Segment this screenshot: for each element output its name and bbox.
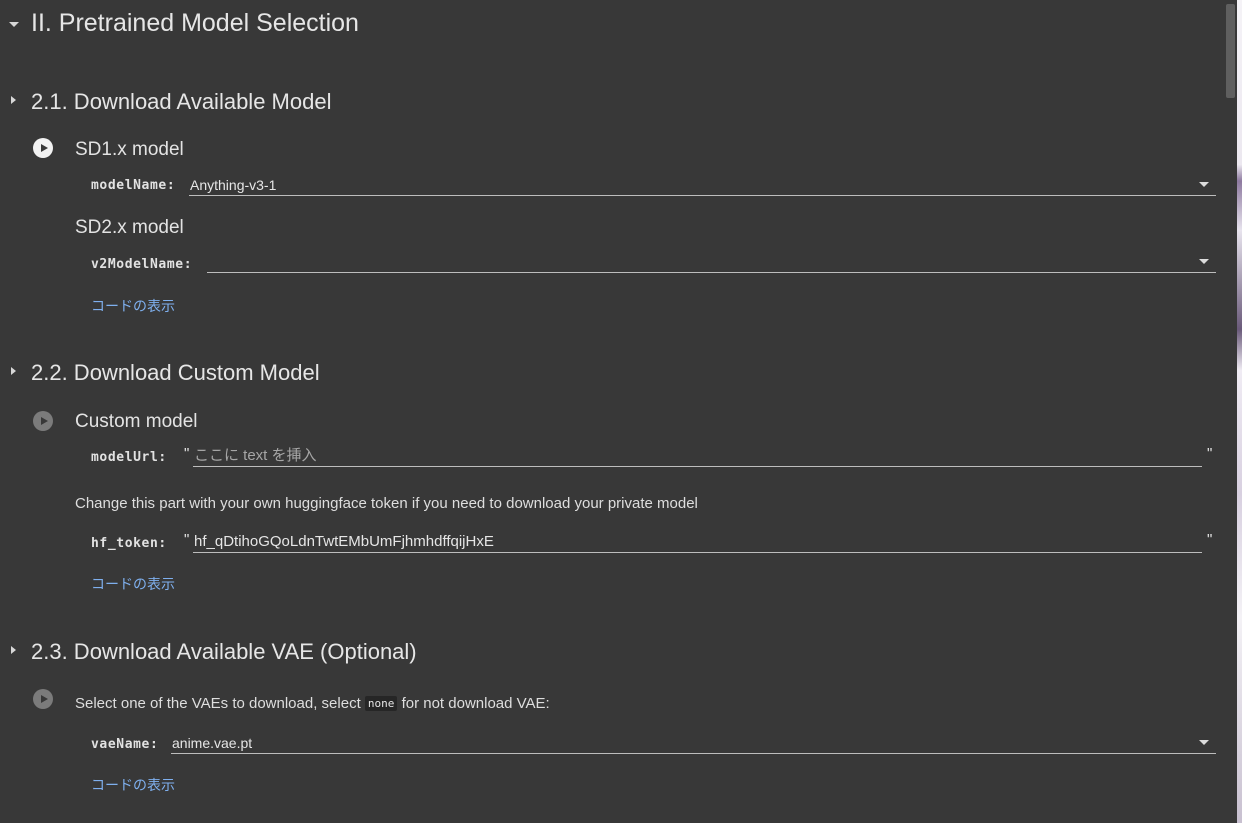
dropdown-arrow-icon xyxy=(1199,182,1209,187)
hf-token-note: Change this part with your own huggingfa… xyxy=(75,495,698,512)
v2-model-name-label: v2ModelName: xyxy=(91,257,193,272)
sd2-heading: SD2.x model xyxy=(75,217,184,238)
section-title: II. Pretrained Model Selection xyxy=(31,9,359,37)
vae-description-text: Select one of the VAEs to download, sele… xyxy=(75,695,361,712)
model-url-input[interactable] xyxy=(193,445,1202,467)
hf-token-input[interactable] xyxy=(193,531,1202,553)
quote-close: " xyxy=(1207,531,1213,548)
vae-name-value: anime.vae.pt xyxy=(172,735,253,751)
run-cell-button[interactable] xyxy=(33,411,53,431)
collapse-section-icon[interactable] xyxy=(9,22,19,27)
v2-model-name-select[interactable] xyxy=(207,252,1216,273)
subsection-2-1-title: 2.1. Download Available Model xyxy=(31,89,332,114)
quote-open: " xyxy=(184,531,190,548)
notebook-page: II. Pretrained Model Selection 2.1. Down… xyxy=(0,0,1242,823)
hf-token-label: hf_token: xyxy=(91,536,167,551)
subsection-2-3-title: 2.3. Download Available VAE (Optional) xyxy=(31,639,417,664)
play-icon xyxy=(41,694,48,703)
vae-name-select[interactable]: anime.vae.pt xyxy=(171,733,1216,754)
none-code: none xyxy=(364,696,398,711)
vae-description: Select one of the VAEs to download, sele… xyxy=(75,696,550,711)
vae-description-text: for not download VAE: xyxy=(401,695,550,712)
expand-subsection-2-3-icon[interactable] xyxy=(11,646,16,654)
background-window-edge xyxy=(1237,0,1242,823)
model-name-label: modelName: xyxy=(91,178,176,193)
custom-model-heading: Custom model xyxy=(75,411,198,432)
sd1-heading: SD1.x model xyxy=(75,139,184,160)
run-cell-button[interactable] xyxy=(33,689,53,709)
quote-open: " xyxy=(184,445,190,462)
model-url-label: modelUrl: xyxy=(91,450,167,465)
vae-name-label: vaeName: xyxy=(91,737,159,752)
quote-close: " xyxy=(1207,445,1213,462)
model-name-select[interactable]: Anything-v3-1 xyxy=(189,175,1216,196)
play-icon xyxy=(41,416,48,425)
scrollbar-thumb[interactable] xyxy=(1226,4,1235,98)
show-code-link[interactable]: コードの表示 xyxy=(91,778,175,792)
dropdown-arrow-icon xyxy=(1199,259,1209,264)
run-cell-button[interactable] xyxy=(33,138,53,158)
dropdown-arrow-icon xyxy=(1199,740,1209,745)
scrollbar[interactable] xyxy=(1222,0,1237,823)
show-code-link[interactable]: コードの表示 xyxy=(91,577,175,591)
subsection-2-2-title: 2.2. Download Custom Model xyxy=(31,360,320,385)
expand-subsection-2-2-icon[interactable] xyxy=(11,367,16,375)
model-name-value: Anything-v3-1 xyxy=(190,177,277,193)
play-icon xyxy=(41,143,48,152)
expand-subsection-2-1-icon[interactable] xyxy=(11,96,16,104)
show-code-link[interactable]: コードの表示 xyxy=(91,299,175,313)
